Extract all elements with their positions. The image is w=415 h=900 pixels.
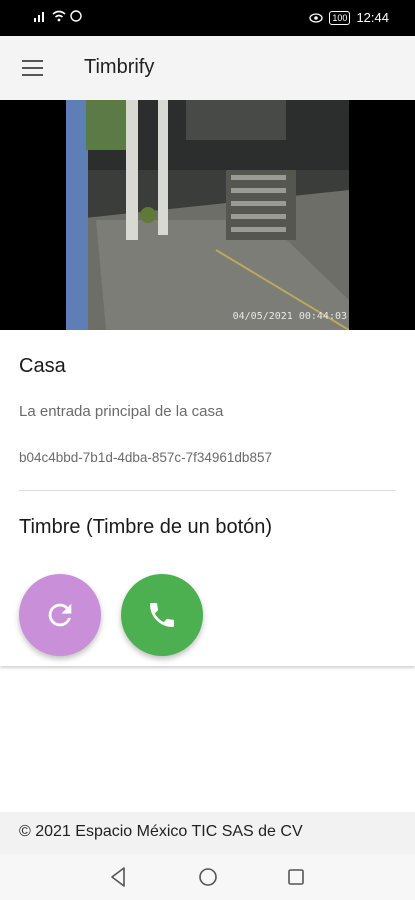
call-button[interactable] bbox=[121, 574, 203, 656]
whatsapp-icon bbox=[70, 10, 82, 22]
doorbell-title: Timbre (Timbre de un botón) bbox=[19, 516, 273, 538]
device-id: b04c4bbd-7b1d-4dba-857c-7f34961db857 bbox=[19, 450, 272, 465]
status-bar: 100 12:44 bbox=[0, 0, 415, 36]
app-title: Timbrify bbox=[84, 56, 155, 78]
nav-back-button[interactable] bbox=[107, 865, 131, 889]
status-left-icons bbox=[34, 10, 82, 22]
signal-icon bbox=[34, 12, 44, 22]
divider bbox=[19, 490, 396, 491]
camera-timestamp: 04/05/2021 00:44:03 bbox=[232, 311, 347, 322]
system-nav-bar bbox=[0, 854, 415, 900]
footer: © 2021 Espacio México TIC SAS de CV bbox=[0, 812, 415, 854]
app-bar: Timbrify bbox=[0, 36, 415, 100]
eye-icon bbox=[309, 12, 324, 23]
camera-snapshot[interactable]: 04/05/2021 00:44:03 bbox=[0, 100, 415, 330]
status-right-icons: 100 12:44 bbox=[309, 10, 389, 25]
camera-image: 04/05/2021 00:44:03 bbox=[66, 100, 349, 330]
home-icon bbox=[199, 868, 217, 886]
device-description: La entrada principal de la casa bbox=[19, 403, 224, 420]
battery-icon: 100 bbox=[329, 10, 351, 25]
status-time: 12:44 bbox=[356, 10, 389, 25]
street-scene-image bbox=[66, 100, 349, 330]
nav-recents-button[interactable] bbox=[284, 865, 308, 889]
refresh-icon bbox=[48, 603, 72, 627]
nav-home-button[interactable] bbox=[196, 865, 220, 889]
recents-icon bbox=[288, 869, 304, 885]
device-name: Casa bbox=[19, 355, 66, 377]
wifi-icon bbox=[52, 10, 66, 22]
refresh-button[interactable] bbox=[19, 574, 101, 656]
phone-icon bbox=[150, 603, 174, 627]
device-card: Casa La entrada principal de la casa b04… bbox=[0, 330, 415, 666]
copyright-text: © 2021 Espacio México TIC SAS de CV bbox=[19, 823, 303, 840]
back-icon bbox=[111, 867, 125, 887]
menu-button[interactable] bbox=[14, 52, 50, 84]
